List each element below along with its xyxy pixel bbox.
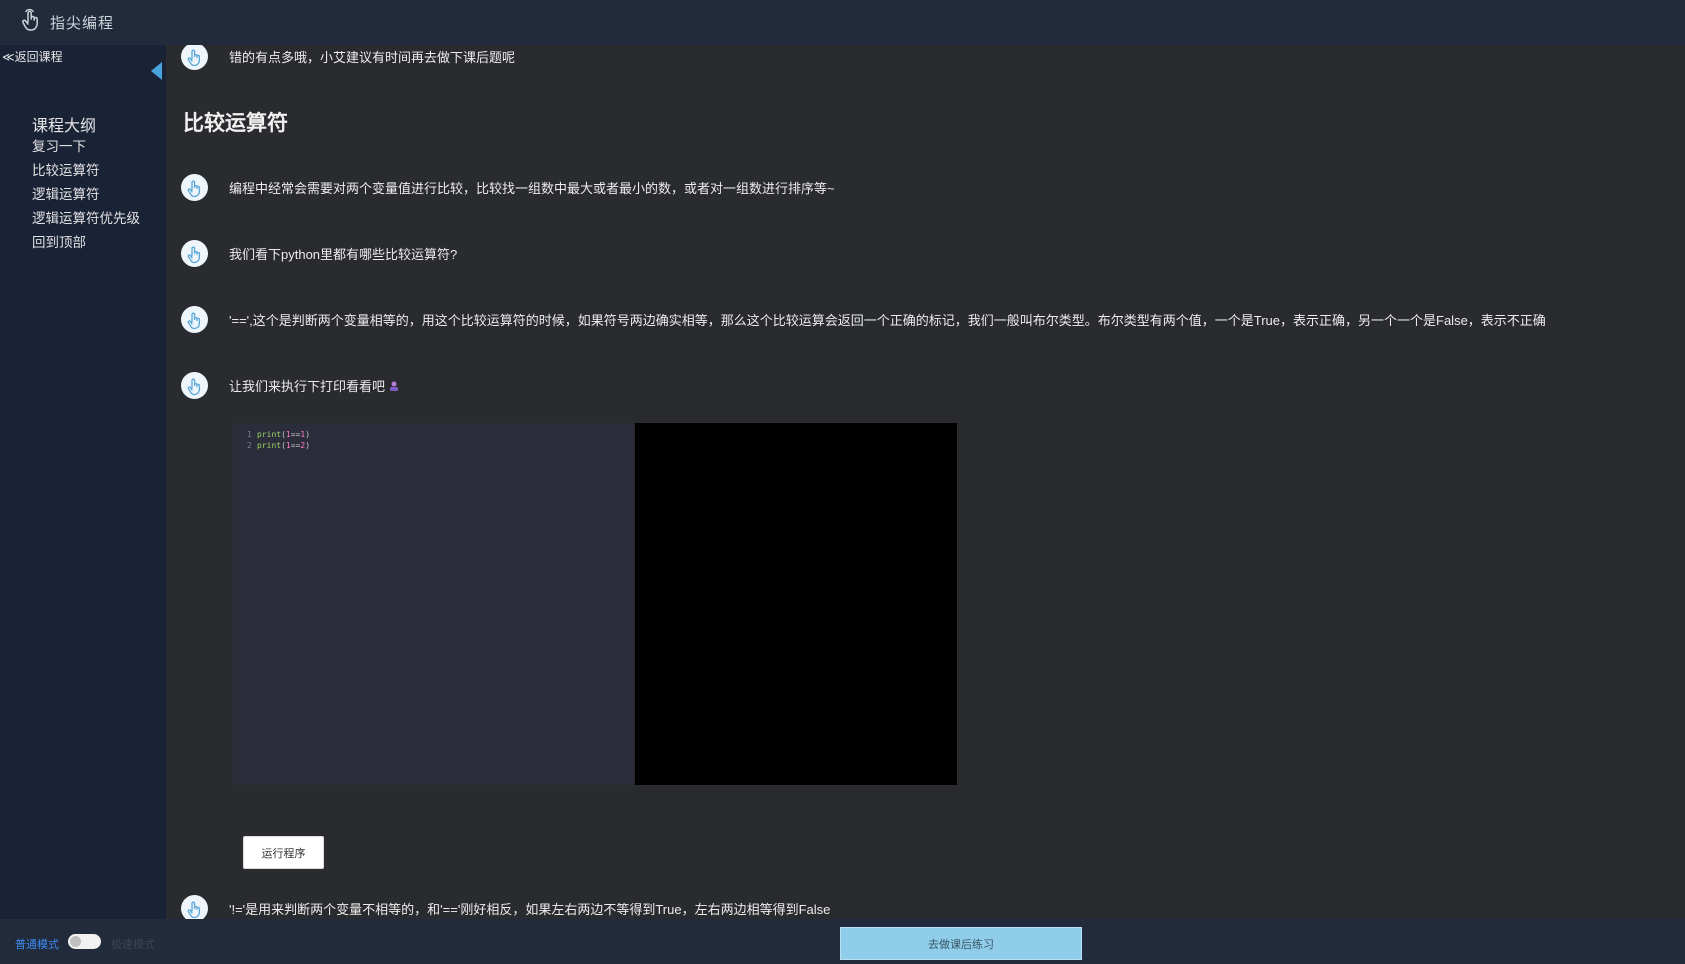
- message-text: '!='是用来判断两个变量不相等的，和'=='刚好相反，如果左右两边不等得到Tr…: [229, 902, 831, 917]
- brand[interactable]: 指尖编程: [20, 8, 114, 37]
- collapse-sidebar-icon[interactable]: [151, 62, 162, 80]
- section-title: 比较运算符: [183, 112, 288, 135]
- emoji-icon: [388, 380, 400, 395]
- assistant-avatar-icon: [181, 45, 208, 70]
- brand-name: 指尖编程: [50, 15, 115, 32]
- back-to-course-link[interactable]: ≪返回课程: [2, 48, 63, 65]
- assistant-avatar-icon: [181, 372, 208, 399]
- assistant-avatar-icon: [181, 240, 208, 267]
- chat-message: 让我们来执行下打印看看吧: [181, 372, 400, 399]
- run-program-button[interactable]: 运行程序: [243, 836, 324, 869]
- normal-mode-label[interactable]: 普通模式: [15, 936, 59, 952]
- code-editor[interactable]: 1 print(1==1) 2 print(1==2): [233, 423, 634, 785]
- assistant-avatar-icon: [181, 895, 208, 919]
- message-text: 错的有点多哦，小艾建议有时间再去做下课后题呢: [229, 50, 516, 65]
- toggle-knob: [70, 936, 81, 947]
- lesson-content: 错的有点多哦，小艾建议有时间再去做下课后题呢 比较运算符 编程中经常会需要对两个…: [166, 45, 1685, 919]
- outline-item-review[interactable]: 复习一下: [32, 137, 140, 161]
- chat-message: '==',这个是判断两个变量相等的，用这个比较运算符的时候，如果符号两边确实相等…: [181, 306, 1546, 333]
- hand-pointer-icon: [20, 8, 42, 37]
- assistant-avatar-icon: [181, 174, 208, 201]
- message-text: '==',这个是判断两个变量相等的，用这个比较运算符的时候，如果符号两边确实相等…: [229, 313, 1546, 328]
- message-text: 让我们来执行下打印看看吧: [229, 376, 400, 395]
- output-console: [635, 423, 957, 785]
- chat-message: 我们看下python里都有哪些比较运算符?: [181, 240, 457, 267]
- go-practice-button[interactable]: 去做课后练习: [840, 927, 1082, 960]
- assistant-avatar-icon: [181, 306, 208, 333]
- fast-mode-label[interactable]: 极速模式: [111, 936, 155, 952]
- message-text-content: 让我们来执行下打印看看吧: [229, 378, 386, 394]
- top-bar: 指尖编程: [0, 0, 1685, 45]
- chat-message: 编程中经常会需要对两个变量值进行比较，比较找一组数中最大或者最小的数，或者对一组…: [181, 174, 835, 201]
- message-text: 编程中经常会需要对两个变量值进行比较，比较找一组数中最大或者最小的数，或者对一组…: [229, 181, 835, 196]
- code-line: 2 print(1==2): [247, 441, 311, 450]
- outline-item-comparison-operators[interactable]: 比较运算符: [32, 161, 140, 185]
- outline-item-back-to-top[interactable]: 回到顶部: [32, 233, 140, 257]
- chat-message: 错的有点多哦，小艾建议有时间再去做下课后题呢: [181, 45, 515, 70]
- outline-item-logical-operators[interactable]: 逻辑运算符: [32, 185, 140, 209]
- outline-title: 课程大纲: [32, 118, 97, 135]
- outline-list: 复习一下 比较运算符 逻辑运算符 逻辑运算符优先级 回到顶部: [32, 137, 140, 257]
- outline-item-logical-precedence[interactable]: 逻辑运算符优先级: [32, 209, 140, 233]
- chat-message: '!='是用来判断两个变量不相等的，和'=='刚好相反，如果左右两边不等得到Tr…: [181, 895, 830, 919]
- message-text: 我们看下python里都有哪些比较运算符?: [229, 247, 458, 262]
- mode-toggle[interactable]: [68, 934, 101, 949]
- code-line: 1 print(1==1): [247, 430, 311, 439]
